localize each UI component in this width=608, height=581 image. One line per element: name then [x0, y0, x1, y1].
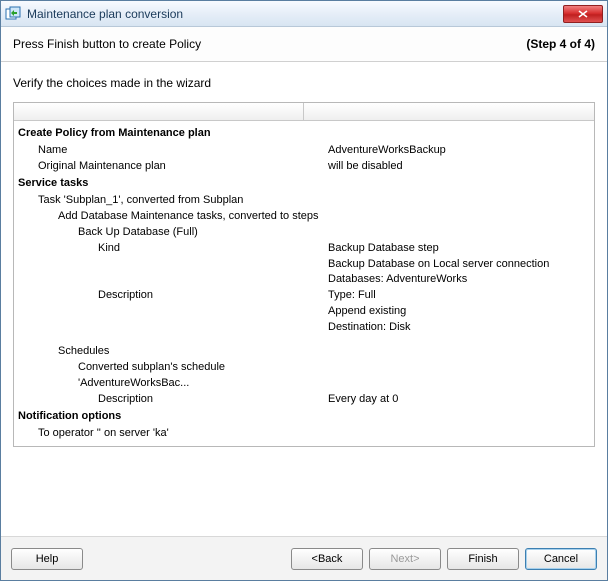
summary-header-row: [14, 103, 594, 121]
wizard-subheader: Press Finish button to create Policy (St…: [1, 27, 607, 62]
label-schedules: Schedules: [18, 344, 328, 360]
next-button: Next>: [369, 548, 441, 570]
wizard-instruction: Press Finish button to create Policy: [13, 37, 526, 51]
back-button[interactable]: <Back: [291, 548, 363, 570]
row-schedule-converted: Converted subplan's schedule 'AdventureW…: [14, 360, 594, 392]
label-task: Task 'Subplan_1', converted from Subplan: [18, 193, 328, 209]
row-task: Task 'Subplan_1', converted from Subplan: [14, 193, 594, 209]
row-backup: Back Up Database (Full): [14, 225, 594, 241]
summary-header-col2: [304, 103, 594, 120]
label-schedule-converted: Converted subplan's schedule 'AdventureW…: [18, 360, 328, 392]
row-add-task: Add Database Maintenance tasks, converte…: [14, 209, 594, 225]
label-notification: To operator '' on server 'ka': [18, 426, 328, 442]
summary-table: Create Policy from Maintenance plan Name…: [13, 102, 595, 447]
value-name: AdventureWorksBackup: [328, 143, 590, 159]
wizard-window: Maintenance plan conversion Press Finish…: [0, 0, 608, 581]
desc-line-3: Type: Full: [328, 288, 590, 304]
section-service-tasks: Service tasks: [14, 175, 594, 193]
wizard-footer: Help <Back Next> Finish Cancel: [1, 536, 607, 580]
row-name: Name AdventureWorksBackup: [14, 143, 594, 159]
verify-label: Verify the choices made in the wizard: [13, 76, 595, 90]
summary-header-col1: [14, 103, 304, 120]
app-icon: [5, 6, 21, 22]
value-original-plan: will be disabled: [328, 159, 590, 175]
label-schedule-description: Description: [18, 392, 328, 408]
desc-line-4: Append existing: [328, 304, 590, 320]
row-notification: To operator '' on server 'ka': [14, 426, 594, 442]
title-bar: Maintenance plan conversion: [1, 1, 607, 27]
label-backup: Back Up Database (Full): [18, 225, 328, 241]
cancel-button[interactable]: Cancel: [525, 548, 597, 570]
value-kind: Backup Database step: [328, 241, 590, 257]
desc-line-5: Destination: Disk: [328, 320, 590, 336]
row-original-plan: Original Maintenance plan will be disabl…: [14, 159, 594, 175]
row-description: Description Backup Database on Local ser…: [14, 257, 594, 337]
close-button[interactable]: [563, 5, 603, 23]
wizard-content: Verify the choices made in the wizard Cr…: [1, 62, 607, 536]
row-schedules: Schedules: [14, 344, 594, 360]
section-notification: Notification options: [14, 408, 594, 426]
section-create-policy: Create Policy from Maintenance plan: [14, 125, 594, 143]
window-title: Maintenance plan conversion: [27, 7, 563, 21]
value-description: Backup Database on Local server connecti…: [328, 257, 590, 337]
wizard-step-indicator: (Step 4 of 4): [526, 37, 595, 51]
value-schedule-description: Every day at 0: [328, 392, 590, 408]
desc-line-1: Backup Database on Local server connecti…: [328, 257, 590, 273]
label-original-plan: Original Maintenance plan: [18, 159, 328, 175]
row-kind: Kind Backup Database step: [14, 241, 594, 257]
row-schedule-description: Description Every day at 0: [14, 392, 594, 408]
label-add-task: Add Database Maintenance tasks, converte…: [18, 209, 328, 225]
label-kind: Kind: [18, 241, 328, 257]
help-button[interactable]: Help: [11, 548, 83, 570]
desc-line-2: Databases: AdventureWorks: [328, 272, 590, 288]
label-name: Name: [18, 143, 328, 159]
label-description: Description: [18, 257, 328, 337]
finish-button[interactable]: Finish: [447, 548, 519, 570]
summary-body: Create Policy from Maintenance plan Name…: [14, 121, 594, 446]
